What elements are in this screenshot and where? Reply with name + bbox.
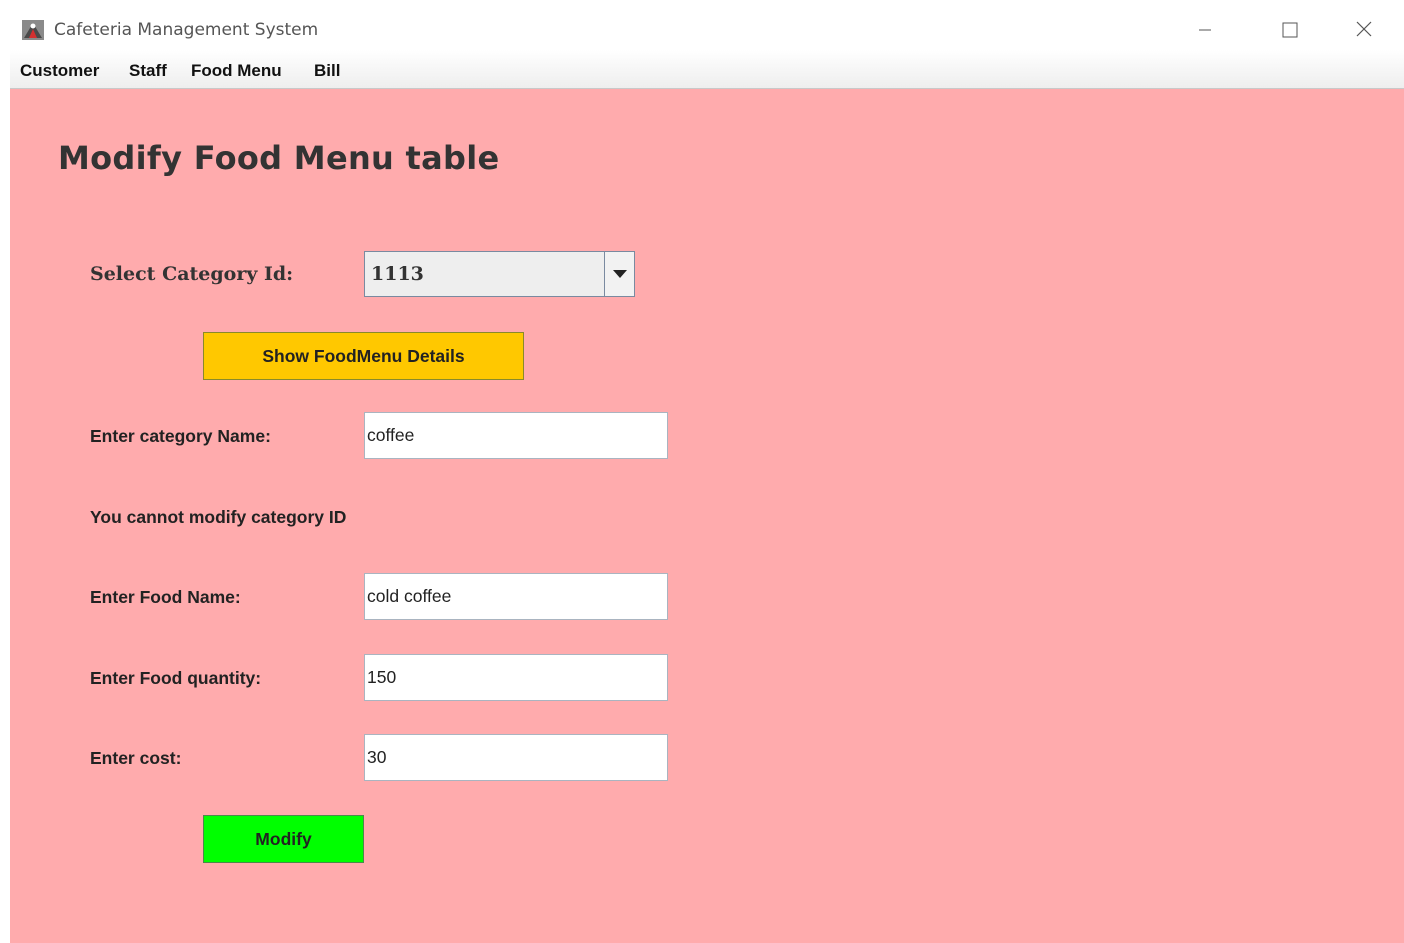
window-title: Cafeteria Management System: [54, 20, 319, 40]
close-icon[interactable]: [1340, 12, 1386, 46]
food-quantity-label: Enter Food quantity:: [90, 668, 262, 688]
chevron-down-icon: [613, 270, 627, 278]
minimize-icon[interactable]: [1182, 12, 1228, 46]
cost-label: Enter cost:: [90, 748, 182, 768]
page-title: Modify Food Menu table: [58, 139, 500, 177]
cost-field[interactable]: [364, 734, 668, 781]
category-name-label: Enter category Name:: [90, 426, 271, 446]
category-name-field[interactable]: [364, 412, 668, 459]
food-quantity-field[interactable]: [364, 654, 668, 701]
title-bar[interactable]: Cafeteria Management System: [10, 6, 1404, 50]
java-app-icon: [22, 20, 44, 40]
modify-button[interactable]: Modify: [203, 815, 364, 863]
category-id-label: Select Category Id:: [90, 263, 294, 285]
menu-staff[interactable]: Staff: [129, 61, 167, 81]
dropdown-button[interactable]: [604, 252, 634, 296]
category-id-selected-value: 1113: [371, 263, 424, 285]
food-name-label: Enter Food Name:: [90, 587, 241, 607]
show-foodmenu-details-button[interactable]: Show FoodMenu Details: [203, 332, 524, 380]
app-window: Cafeteria Management System Customer Sta…: [10, 6, 1404, 943]
category-id-note: You cannot modify category ID: [90, 507, 347, 527]
menu-food-menu[interactable]: Food Menu: [191, 61, 282, 81]
category-id-select[interactable]: 1113: [364, 251, 635, 297]
modify-food-menu-panel: Modify Food Menu table Select Category I…: [10, 89, 1404, 943]
menu-customer[interactable]: Customer: [20, 61, 99, 81]
menu-bar: Customer Staff Food Menu Bill: [10, 50, 1404, 89]
menu-bill[interactable]: Bill: [314, 61, 340, 81]
food-name-field[interactable]: [364, 573, 668, 620]
maximize-icon[interactable]: [1266, 12, 1312, 46]
